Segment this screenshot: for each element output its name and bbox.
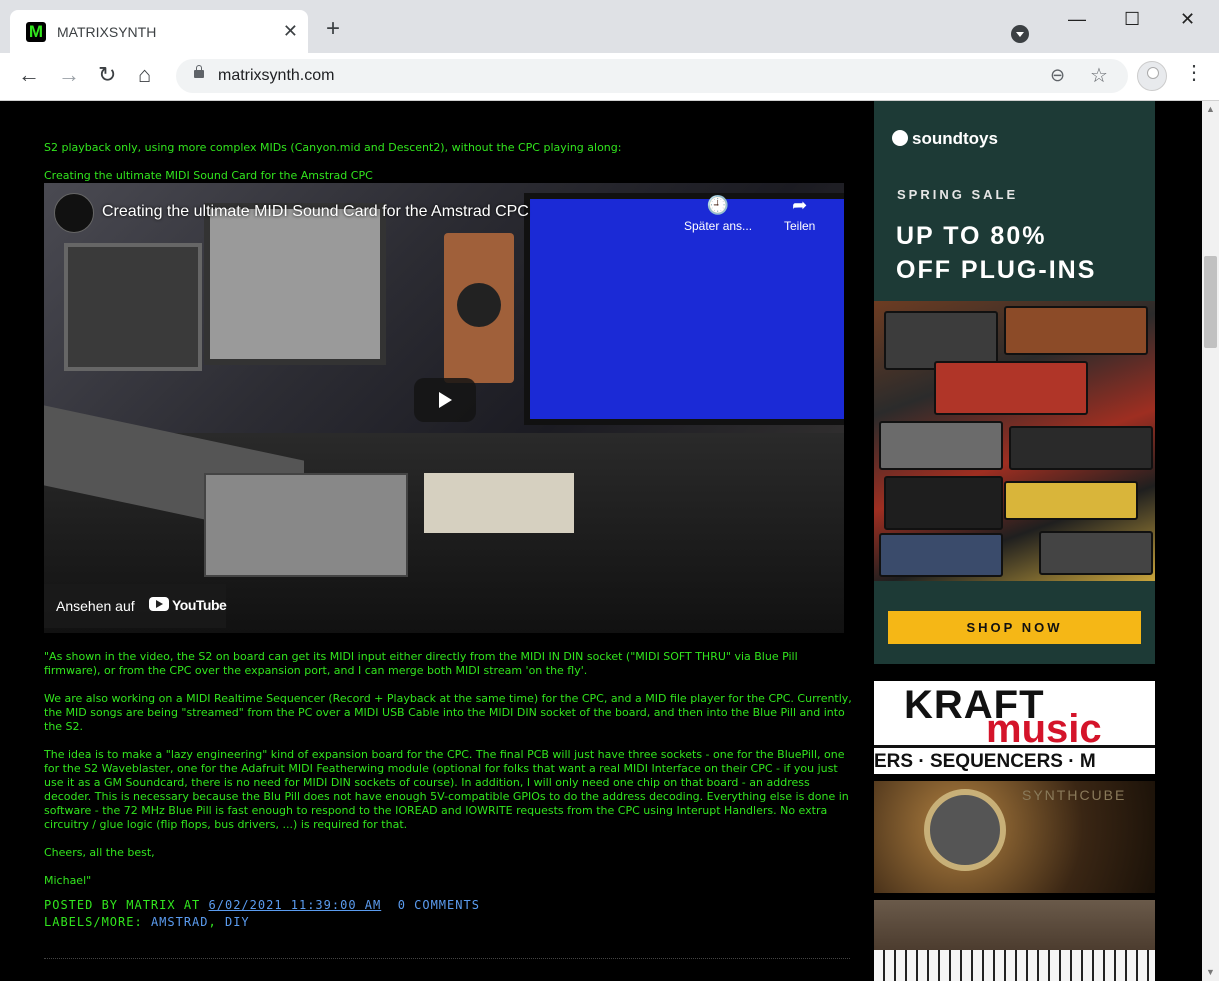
close-window-button[interactable]: ✕	[1180, 8, 1195, 30]
clock-icon: 🕘	[706, 195, 730, 215]
headline-line-2: OFF PLUG-INS	[896, 256, 1097, 284]
favicon-icon: M	[26, 22, 46, 42]
share-icon: ➦	[792, 195, 808, 215]
scroll-up-icon[interactable]: ▲	[1206, 104, 1215, 114]
browser-titlebar: M MATRIXSYNTH ✕ + — ☐ ✕	[0, 0, 1219, 53]
watch-on-youtube-button[interactable]: Ansehen auf YouTube	[44, 584, 227, 628]
plugin-collage-image	[874, 301, 1155, 581]
keyboard-image	[874, 950, 1155, 981]
post-paragraph: Michael"	[44, 874, 92, 887]
post-body: "As shown in the video, the S2 on board …	[44, 650, 854, 902]
shop-now-button[interactable]: SHOP NOW	[888, 611, 1141, 644]
new-tab-button[interactable]: +	[326, 17, 340, 41]
page-scrollbar[interactable]: ▲ ▼	[1202, 101, 1219, 981]
forward-icon[interactable]: →	[58, 63, 80, 87]
tab-close-icon[interactable]: ✕	[283, 20, 298, 42]
home-icon[interactable]: ⌂	[138, 63, 151, 87]
plugin-panel	[879, 533, 1003, 577]
headline-line-1: UP TO 80%	[896, 222, 1047, 250]
maximize-button[interactable]: ☐	[1124, 8, 1140, 30]
synthesizer-ad-image[interactable]	[874, 900, 1155, 981]
address-bar[interactable]: matrixsynth.com ⊖ ☆	[176, 59, 1128, 93]
plugin-panel	[884, 476, 1003, 530]
play-button[interactable]	[414, 378, 476, 422]
watch-later-button[interactable]: 🕘 Später ans...	[684, 195, 752, 233]
url-text[interactable]: matrixsynth.com	[218, 67, 334, 85]
plugin-panel	[1004, 481, 1138, 520]
zoom-icon[interactable]: ⊖	[1050, 65, 1065, 86]
soundtoys-logo-icon	[892, 130, 908, 146]
browser-toolbar: ← → ↻ ⌂ matrixsynth.com ⊖ ☆ ⋮	[0, 53, 1219, 101]
scroll-down-icon[interactable]: ▼	[1206, 967, 1215, 977]
back-icon[interactable]: ←	[18, 63, 40, 87]
sale-headline: UP TO 80% OFF PLUG-INS	[896, 219, 1096, 287]
posted-by-label: POSTED BY MATRIX AT	[44, 898, 201, 912]
post-paragraph: "As shown in the video, the S2 on board …	[44, 650, 798, 677]
video-title[interactable]: Creating the ultimate MIDI Sound Card fo…	[102, 203, 529, 221]
channel-avatar[interactable]	[54, 193, 94, 233]
labels-prefix: LABELS/MORE:	[44, 915, 143, 929]
plugin-panel	[1004, 306, 1148, 355]
post-footer: POSTED BY MATRIX AT 6/02/2021 11:39:00 A…	[44, 897, 480, 931]
knob-image	[924, 789, 1006, 871]
scroll-thumb[interactable]	[1204, 256, 1217, 348]
post-line-playback: S2 playback only, using more complex MID…	[44, 141, 622, 154]
post-timestamp-link[interactable]: 6/02/2021 11:39:00 AM	[209, 898, 382, 912]
youtube-wordmark: YouTube	[172, 597, 227, 613]
menu-icon[interactable]: ⋮	[1184, 63, 1204, 83]
plugin-panel	[1039, 531, 1153, 575]
plugin-panel	[879, 421, 1003, 470]
page-content: S2 playback only, using more complex MID…	[0, 101, 1202, 981]
kraft-ticker: ERS · SEQUENCERS · M	[874, 745, 1155, 774]
kraft-music-ad[interactable]: KRAFT music ERS · SEQUENCERS · M	[874, 681, 1155, 774]
comments-link[interactable]: 0 COMMENTS	[398, 898, 480, 912]
post-divider	[44, 958, 850, 959]
tab-title: MATRIXSYNTH	[57, 24, 157, 40]
watch-on-label: Ansehen auf	[56, 598, 135, 614]
video-player[interactable]: Creating the ultimate MIDI Sound Card fo…	[44, 183, 844, 633]
sale-label: SPRING SALE	[897, 187, 1019, 202]
post-paragraph: We are also working on a MIDI Realtime S…	[44, 692, 852, 733]
reload-icon[interactable]: ↻	[98, 63, 116, 87]
video-scene	[64, 243, 202, 371]
label-link-diy[interactable]: DIY	[225, 915, 250, 929]
synthcube-ad[interactable]: SYNTHCUBE	[874, 781, 1155, 893]
browser-tab[interactable]: M MATRIXSYNTH ✕	[10, 10, 308, 53]
soundtoys-logo: soundtoys	[892, 129, 998, 149]
star-icon[interactable]: ☆	[1090, 63, 1108, 88]
video-scene	[204, 473, 408, 577]
video-scene	[424, 473, 574, 533]
label-separator: ,	[208, 915, 217, 929]
post-paragraph: Cheers, all the best,	[44, 846, 155, 859]
share-label: Teilen	[784, 219, 816, 233]
soundtoys-ad[interactable]: soundtoys SPRING SALE UP TO 80% OFF PLUG…	[874, 101, 1155, 664]
post-line-video-title: Creating the ultimate MIDI Sound Card fo…	[44, 169, 373, 182]
lock-icon[interactable]	[194, 65, 204, 78]
profile-icon[interactable]	[1137, 61, 1167, 91]
share-button[interactable]: ➦ Teilen	[784, 195, 815, 233]
video-scene	[444, 233, 514, 383]
minimize-button[interactable]: —	[1068, 8, 1086, 30]
synthcube-logo: SYNTHCUBE	[1022, 787, 1127, 803]
post-paragraph: The idea is to make a "lazy engineering"…	[44, 748, 849, 831]
label-link-amstrad[interactable]: AMSTRAD	[151, 915, 209, 929]
video-scene	[204, 203, 386, 365]
plugin-panel	[1009, 426, 1153, 470]
plugin-panel	[934, 361, 1088, 415]
soundtoys-brand: soundtoys	[912, 129, 998, 148]
tab-search-icon[interactable]	[1011, 25, 1029, 43]
youtube-logo-icon	[149, 597, 169, 611]
watch-later-label: Später ans...	[684, 219, 753, 233]
